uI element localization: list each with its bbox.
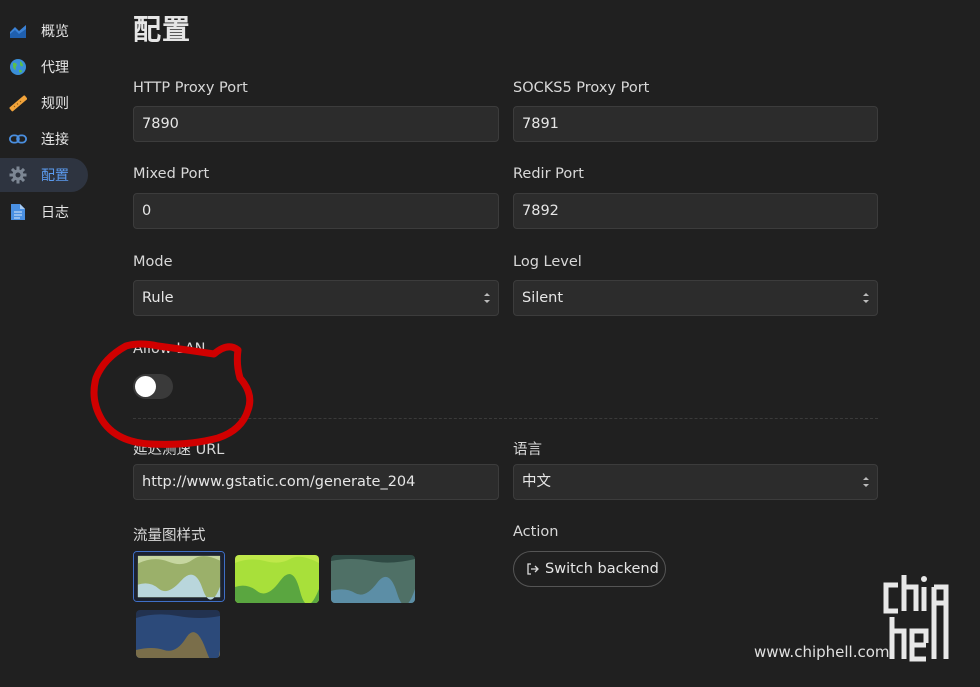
language-label: 语言 bbox=[513, 442, 542, 458]
sidebar: 概览 代理 规则 连接 配置 日志 bbox=[0, 0, 100, 687]
traffic-style-label: 流量图样式 bbox=[133, 528, 206, 544]
allow-lan-toggle[interactable] bbox=[133, 374, 173, 399]
toggle-knob bbox=[135, 376, 156, 397]
sidebar-item-logs[interactable]: 日志 bbox=[0, 195, 88, 229]
redir-port-label: Redir Port bbox=[513, 166, 584, 182]
language-select[interactable]: 中文 bbox=[513, 464, 878, 500]
sidebar-item-connections[interactable]: 连接 bbox=[0, 122, 88, 156]
mode-select-value: Rule bbox=[142, 290, 174, 306]
sidebar-item-label: 规则 bbox=[41, 96, 69, 112]
traffic-style-option-4[interactable] bbox=[136, 610, 220, 658]
traffic-style-option-2[interactable] bbox=[235, 555, 319, 603]
sidebar-item-label: 日志 bbox=[41, 205, 69, 221]
switch-backend-button[interactable]: Switch backend bbox=[513, 551, 666, 587]
gear-icon bbox=[9, 166, 27, 184]
action-label: Action bbox=[513, 524, 559, 540]
document-icon bbox=[9, 203, 27, 221]
select-arrows-icon bbox=[863, 293, 869, 303]
sidebar-item-config[interactable]: 配置 bbox=[0, 158, 88, 192]
traffic-style-option-1[interactable] bbox=[133, 551, 225, 602]
link-icon bbox=[9, 130, 27, 148]
chiphell-logo bbox=[883, 575, 949, 662]
log-level-select-value: Silent bbox=[522, 290, 564, 306]
select-arrows-icon bbox=[484, 293, 490, 303]
mode-select[interactable]: Rule bbox=[133, 280, 499, 316]
switch-backend-label: Switch backend bbox=[545, 561, 659, 577]
globe-icon bbox=[9, 58, 27, 76]
watermark-text: www.chiphell.com bbox=[754, 643, 890, 661]
language-select-value: 中文 bbox=[522, 474, 551, 490]
sidebar-item-overview[interactable]: 概览 bbox=[0, 14, 88, 48]
log-level-select[interactable]: Silent bbox=[513, 280, 878, 316]
socks5-port-label: SOCKS5 Proxy Port bbox=[513, 80, 650, 96]
mixed-port-input[interactable]: 0 bbox=[133, 193, 499, 229]
allow-lan-label: Allow LAN bbox=[133, 341, 206, 357]
http-port-input[interactable]: 7890 bbox=[133, 106, 499, 142]
select-arrows-icon bbox=[863, 477, 869, 487]
log-level-label: Log Level bbox=[513, 254, 582, 270]
chart-icon bbox=[9, 22, 27, 40]
mixed-port-label: Mixed Port bbox=[133, 166, 210, 182]
traffic-style-option-3[interactable] bbox=[331, 555, 415, 603]
section-divider bbox=[133, 418, 878, 419]
sidebar-item-label: 概览 bbox=[41, 24, 69, 40]
http-port-label: HTTP Proxy Port bbox=[133, 80, 248, 96]
sidebar-item-label: 连接 bbox=[41, 132, 69, 148]
sidebar-item-label: 代理 bbox=[41, 60, 69, 76]
ruler-icon bbox=[9, 94, 27, 112]
sidebar-item-rules[interactable]: 规则 bbox=[0, 86, 88, 120]
page-title: 配置 bbox=[133, 13, 192, 46]
socks5-port-input[interactable]: 7891 bbox=[513, 106, 878, 142]
logout-icon bbox=[527, 563, 539, 575]
latency-url-input[interactable]: http://www.gstatic.com/generate_204 bbox=[133, 464, 499, 500]
latency-url-label: 延迟测速 URL bbox=[133, 442, 225, 458]
sidebar-item-proxies[interactable]: 代理 bbox=[0, 50, 88, 84]
mode-label: Mode bbox=[133, 254, 173, 270]
sidebar-item-label: 配置 bbox=[41, 168, 69, 184]
redir-port-input[interactable]: 7892 bbox=[513, 193, 878, 229]
